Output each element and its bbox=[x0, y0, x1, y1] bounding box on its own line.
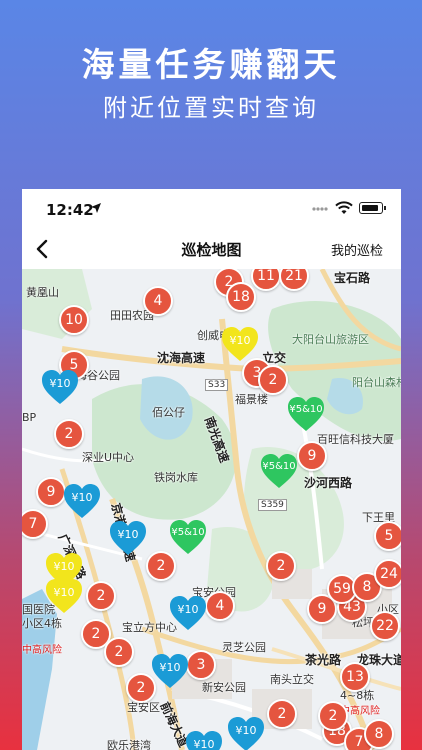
map-label: 新安公园 bbox=[202, 681, 246, 694]
map-label: 南头立交 bbox=[270, 673, 314, 686]
map-label: 茶光路 bbox=[305, 653, 342, 667]
pin-price: ¥10 bbox=[235, 724, 257, 737]
map-label: BP bbox=[22, 411, 37, 424]
task-pin[interactable]: ¥10 bbox=[40, 368, 80, 406]
map-label: 铁岗水库 bbox=[154, 471, 198, 484]
cluster-marker[interactable]: 5 bbox=[374, 521, 401, 551]
map-label: 大阳台山旅游区 bbox=[292, 333, 369, 346]
cluster-marker[interactable]: 10 bbox=[59, 305, 89, 335]
pin-price: ¥10 bbox=[117, 528, 139, 541]
status-bar: 12:42 bbox=[22, 189, 401, 229]
promo-headline: 海量任务赚翻天 bbox=[81, 45, 341, 84]
map-label: S33 bbox=[205, 379, 229, 391]
map-view[interactable]: 黄凰山 田田农园 创威电子 大阳台山旅游区 沈海高速 立交 阳台山森林 海谷公园… bbox=[22, 269, 401, 750]
map-label: 百旺信科技大厦 bbox=[317, 433, 394, 446]
map-label: 宝石路 bbox=[334, 271, 371, 285]
cluster-marker[interactable]: 2 bbox=[267, 699, 297, 729]
map-label: 福景楼 bbox=[235, 393, 268, 406]
cluster-marker[interactable]: 22 bbox=[370, 611, 400, 641]
cluster-marker[interactable]: 2 bbox=[86, 581, 116, 611]
wifi-icon bbox=[335, 201, 353, 214]
pin-price: ¥5&10 bbox=[171, 527, 205, 538]
cluster-marker[interactable]: 8 bbox=[364, 719, 394, 749]
nav-bar: 巡检地图 我的巡检 bbox=[22, 229, 401, 269]
map-label: 深业U中心 bbox=[82, 451, 135, 464]
my-inspection-button[interactable]: 我的巡检 bbox=[331, 240, 383, 259]
map-label: 欧乐港湾 bbox=[107, 739, 151, 750]
task-pin[interactable]: ¥10 bbox=[220, 325, 260, 363]
map-label: 中高风险 bbox=[22, 645, 62, 656]
promo-banner: 海量任务赚翻天 附近位置实时查询 bbox=[0, 0, 422, 190]
pin-price: ¥5&10 bbox=[289, 404, 323, 415]
cluster-marker[interactable]: 2 bbox=[318, 701, 348, 731]
pin-price: ¥10 bbox=[193, 738, 215, 750]
cluster-marker[interactable]: 24 bbox=[374, 559, 401, 589]
map-label: 阳台山森林 bbox=[352, 376, 401, 389]
cluster-marker[interactable]: 4 bbox=[205, 591, 235, 621]
map-label: 沙河西路 bbox=[304, 476, 353, 490]
cluster-marker[interactable]: 2 bbox=[258, 365, 288, 395]
task-pin[interactable]: ¥10 bbox=[108, 519, 148, 557]
location-arrow-icon bbox=[91, 203, 101, 213]
task-pin[interactable]: ¥10 bbox=[62, 482, 102, 520]
task-pin[interactable]: ¥10 bbox=[226, 715, 266, 750]
cluster-marker[interactable]: 2 bbox=[266, 551, 296, 581]
cluster-marker[interactable]: 13 bbox=[340, 662, 370, 692]
cluster-marker[interactable]: 18 bbox=[226, 282, 256, 312]
map-label: 黄凰山 bbox=[26, 286, 59, 299]
task-pin[interactable]: ¥10 bbox=[168, 594, 208, 632]
map-label: 小区4栋 bbox=[22, 617, 62, 630]
pin-price: ¥10 bbox=[49, 377, 71, 390]
task-pin[interactable]: ¥5&10 bbox=[168, 518, 208, 556]
cluster-marker[interactable]: 9 bbox=[297, 441, 327, 471]
promo-subline: 附近位置实时查询 bbox=[103, 94, 319, 122]
cluster-marker[interactable]: 4 bbox=[143, 286, 173, 316]
task-pin[interactable]: ¥10 bbox=[150, 652, 190, 690]
pin-price: ¥10 bbox=[229, 334, 251, 347]
pin-price: ¥10 bbox=[53, 560, 75, 573]
pin-price: ¥10 bbox=[71, 491, 93, 504]
map-label: S359 bbox=[258, 499, 287, 511]
map-label: 灵芝公园 bbox=[222, 641, 266, 654]
cluster-marker[interactable]: 2 bbox=[104, 637, 134, 667]
map-label: 佰公仔 bbox=[152, 406, 185, 419]
battery-icon bbox=[359, 202, 386, 214]
pin-price: ¥10 bbox=[159, 661, 181, 674]
map-label: 沈海高速 bbox=[157, 351, 206, 365]
pin-price: ¥10 bbox=[53, 586, 75, 599]
task-pin[interactable]: ¥5&10 bbox=[286, 395, 326, 433]
status-time: 12:42 bbox=[46, 201, 94, 219]
pin-price: ¥10 bbox=[177, 603, 199, 616]
task-pin[interactable]: ¥10 bbox=[184, 729, 224, 750]
phone-screen: 12:42 巡检地图 我的巡检 黄凰山 田田农园 创威电子 大阳台山旅游区 沈海… bbox=[22, 189, 401, 750]
task-pin[interactable]: ¥5&10 bbox=[259, 452, 299, 490]
task-pin[interactable]: ¥10 bbox=[44, 577, 84, 615]
cluster-marker[interactable]: 2 bbox=[54, 419, 84, 449]
pin-price: ¥5&10 bbox=[262, 461, 296, 472]
signal-dots-icon bbox=[312, 207, 328, 211]
cluster-marker[interactable]: 3 bbox=[186, 650, 216, 680]
